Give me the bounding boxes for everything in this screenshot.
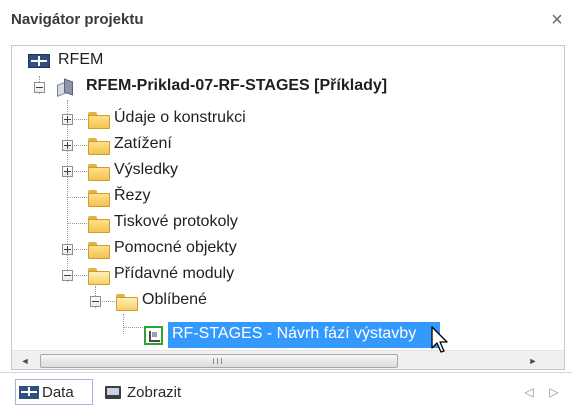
data-icon: [19, 385, 39, 399]
tree-item-label: Řezy: [114, 187, 151, 204]
tree-item-label: RF-STAGES - Návrh fází výstavby: [172, 325, 417, 342]
scroll-left-icon[interactable]: ◄: [16, 351, 34, 369]
folder-icon: [88, 190, 110, 207]
model-icon: [56, 78, 74, 97]
display-icon: [105, 385, 121, 399]
horizontal-scroll-thumb[interactable]: [40, 354, 398, 368]
tree-connector: [123, 327, 143, 328]
tree-item-label: Oblíbené: [142, 291, 207, 308]
expand-icon[interactable]: [62, 244, 73, 255]
tree-item-results[interactable]: Výsledky: [56, 158, 256, 184]
tab-label: Zobrazit: [127, 383, 182, 401]
collapse-icon[interactable]: [62, 270, 73, 281]
tree-item-label: Pomocné objekty: [114, 239, 237, 256]
folder-icon: [88, 216, 110, 233]
tree-item-model[interactable]: RFEM-Priklad-07-RF-STAGES [Příklady]: [28, 74, 448, 100]
tab-prev-icon[interactable]: ◁: [521, 383, 537, 401]
close-icon[interactable]: ×: [546, 8, 568, 32]
tab-label: Data: [42, 383, 74, 401]
tree-item-favorites[interactable]: Oblíbené: [84, 288, 284, 314]
tree-connector: [123, 314, 124, 334]
tree-item-label: Údaje o konstrukci: [114, 109, 246, 126]
horizontal-scrollbar[interactable]: ◄ ►: [12, 350, 564, 369]
folder-open-icon: [116, 294, 138, 311]
tree-item-loads[interactable]: Zatížení: [56, 132, 256, 158]
tree-item-label: Přídavné moduly: [114, 265, 235, 282]
folder-open-icon: [88, 268, 110, 285]
tree-item-rf-stages[interactable]: RF-STAGES - Návrh fází výstavby: [168, 322, 440, 348]
folder-icon: [88, 164, 110, 181]
tab-next-icon[interactable]: ▷: [546, 383, 562, 401]
expand-icon[interactable]: [62, 166, 73, 177]
tree-item-label: RFEM-Priklad-07-RF-STAGES [Příklady]: [86, 77, 388, 94]
panel-title: Navigátor projektu: [11, 11, 144, 28]
tab-display[interactable]: Zobrazit: [103, 379, 213, 405]
tree-item-guide-objects[interactable]: Pomocné objekty: [56, 236, 296, 262]
mouse-cursor-icon: [431, 326, 448, 353]
scrollbar-corner: [545, 351, 564, 369]
folder-icon: [88, 138, 110, 155]
tree-item-label: Výsledky: [114, 161, 179, 178]
expand-icon[interactable]: [62, 114, 73, 125]
project-navigator-panel: Navigátor projektu × RFEM RFEM-Priklad-0…: [0, 0, 572, 411]
tree-item-sections[interactable]: Řezy: [56, 184, 256, 210]
tree-item-label: Zatížení: [114, 135, 172, 152]
navigator-tab-bar: Data Zobrazit ◁ ▷: [0, 372, 572, 411]
folder-icon: [88, 112, 110, 129]
tree-item-label: RFEM: [58, 51, 104, 68]
tree-content: RFEM RFEM-Priklad-07-RF-STAGES [Příklady…: [12, 46, 536, 350]
tree-item-label: Tiskové protokoly: [114, 213, 238, 230]
tree-view: RFEM RFEM-Priklad-07-RF-STAGES [Příklady…: [11, 45, 565, 370]
collapse-icon[interactable]: [34, 82, 45, 93]
collapse-icon[interactable]: [90, 296, 101, 307]
tab-data[interactable]: Data: [15, 379, 93, 405]
panel-titlebar: Navigátor projektu ×: [0, 0, 572, 42]
stage-module-icon: [144, 326, 163, 345]
rfem-icon: [28, 54, 50, 68]
expand-icon[interactable]: [62, 140, 73, 151]
tree-item-rfem[interactable]: RFEM: [28, 48, 228, 74]
tree-item-add-on-modules[interactable]: Přídavné moduly: [56, 262, 296, 288]
tree-item-structure-data[interactable]: Údaje o konstrukci: [56, 106, 316, 132]
folder-icon: [88, 242, 110, 259]
scroll-right-icon[interactable]: ►: [524, 351, 542, 369]
tree-item-printout-reports[interactable]: Tiskové protokoly: [56, 210, 296, 236]
